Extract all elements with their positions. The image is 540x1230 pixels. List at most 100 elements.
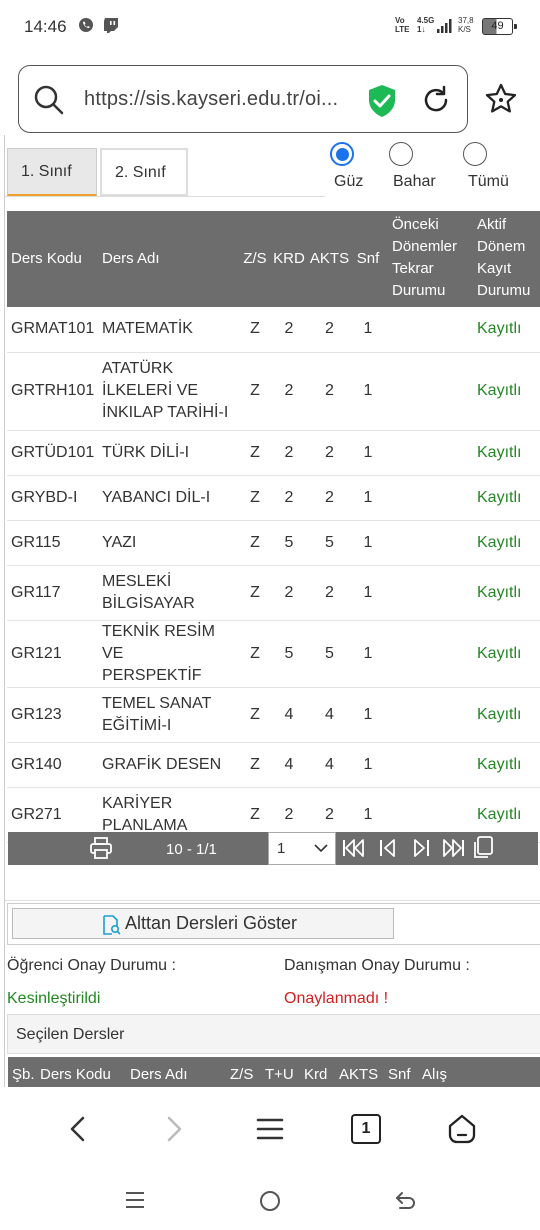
selected-courses-title: Seçilen Dersler [7,1014,540,1054]
cell-krd: 2 [271,430,307,476]
cell-krd: 2 [271,307,307,353]
whatsapp-icon [79,18,93,32]
divider [5,900,540,901]
chevron-down-icon [314,844,328,853]
col-header-sel-akts[interactable]: AKTS [339,1066,378,1083]
url-bar[interactable]: https://sis.kayseri.edu.tr/oi... [18,65,468,133]
document-search-icon [103,915,121,935]
col-header-sel-tu[interactable]: T+U [265,1066,294,1083]
table-row[interactable]: GRMAT101 MATEMATİK Z 2 2 1 Kayıtlı [7,307,540,353]
cell-krd: 4 [271,742,307,788]
col-header-akts[interactable]: AKTS [307,211,352,307]
table-row[interactable]: GR115 YAZI Z 5 5 1 Kayıtlı [7,520,540,566]
radio-bahar[interactable] [389,142,413,166]
speed-indicator: 37,8 K/S [458,16,474,34]
radio-guz-label: Güz [334,173,364,190]
page-select[interactable]: 1 [268,832,336,865]
radio-tumu[interactable] [463,142,487,166]
table-row[interactable]: GR123 TEMEL SANAT EĞİTİMİ-I Z 4 4 1 Kayıtlı [7,687,540,743]
cell-active-status: Kayıtlı [471,742,540,788]
prev-page-icon[interactable] [375,835,401,861]
reload-icon[interactable] [421,85,451,115]
cell-active-status: Kayıtlı [471,307,540,353]
tab-class-2[interactable]: 2. Sınıf [100,148,188,196]
cell-active-status: Kayıtlı [471,687,540,743]
system-back-icon[interactable] [394,1189,418,1213]
cell-course-code: GRTRH101 [7,352,98,431]
show-failed-panel: Alttan Dersleri Göster [7,903,540,945]
cell-previous-status [384,565,471,621]
col-header-sel-snf[interactable]: Snf [388,1066,411,1083]
cell-course-name: MATEMATİK [98,307,239,353]
cell-snf: 1 [352,352,384,431]
col-header-sel-zs[interactable]: Z/S [230,1066,253,1083]
next-page-icon[interactable] [408,835,434,861]
cell-akts: 2 [307,430,352,476]
cell-zs: Z [239,565,271,621]
col-header-active-status[interactable]: Aktif Dönem Kayıt Durumu [471,211,540,307]
cell-snf: 1 [352,565,384,621]
col-header-sel-name[interactable]: Ders Adı [130,1066,188,1083]
cell-course-name: TEMEL SANAT EĞİTİMİ-I [98,687,239,743]
tabs-count-button[interactable]: 1 [351,1114,381,1144]
cell-previous-status [384,430,471,476]
home-icon[interactable] [446,1113,478,1145]
cell-previous-status [384,687,471,743]
cell-zs: Z [239,687,271,743]
table-row[interactable]: GRTÜD101 TÜRK DİLİ-I Z 2 2 1 Kayıtlı [7,430,540,476]
system-home-icon[interactable] [258,1189,282,1213]
radio-tumu-label: Tümü [468,173,509,190]
col-header-code[interactable]: Ders Kodu [7,211,98,307]
advisor-approval-value: Onaylanmadı ! [284,990,389,1007]
cell-active-status: Kayıtlı [471,565,540,621]
col-header-sel-code[interactable]: Ders Kodu [40,1066,111,1083]
recent-apps-icon[interactable] [124,1189,146,1211]
table-row[interactable]: GRYBD-I YABANCI DİL-I Z 2 2 1 Kayıtlı [7,475,540,521]
show-failed-courses-button[interactable]: Alttan Dersleri Göster [12,908,394,939]
search-icon [34,85,64,115]
table-row[interactable]: GR117 MESLEKİ BİLGİSAYAR Z 2 2 1 Kayıtlı [7,565,540,621]
cell-snf: 1 [352,687,384,743]
shield-check-icon[interactable] [366,84,398,118]
col-header-previous-status[interactable]: Önceki Dönemler Tekrar Durumu [384,211,471,307]
advisor-approval-label: Danışman Onay Durumu : [284,957,470,974]
back-icon[interactable] [66,1115,90,1143]
cell-course-code: GR115 [7,520,98,566]
cell-course-name: ATATÜRK İLKELERİ VE İNKILAP TARİHİ-I [98,352,239,431]
col-header-name[interactable]: Ders Adı [98,211,239,307]
battery-icon: 49 [482,18,517,35]
forward-icon[interactable] [162,1115,186,1143]
cell-zs: Z [239,430,271,476]
cell-snf: 1 [352,620,384,688]
cell-active-status: Kayıtlı [471,352,540,431]
table-row[interactable]: GRTRH101 ATATÜRK İLKELERİ VE İNKILAP TARİHİ… [7,352,540,431]
copy-icon[interactable] [470,835,496,861]
cell-snf: 1 [352,742,384,788]
radio-guz[interactable] [330,142,354,166]
cell-krd: 2 [271,475,307,521]
url-text[interactable]: https://sis.kayseri.edu.tr/oi... [84,88,338,111]
col-header-sel-krd[interactable]: Krd [304,1066,327,1083]
first-page-icon[interactable] [341,835,367,861]
cell-zs: Z [239,520,271,566]
cell-akts: 2 [307,475,352,521]
tab-class-1[interactable]: 1. Sınıf [7,148,97,196]
student-approval-value: Kesinleştirildi [7,990,101,1007]
cell-snf: 1 [352,430,384,476]
cell-akts: 2 [307,565,352,621]
col-header-zs[interactable]: Z/S [239,211,271,307]
col-header-snf[interactable]: Snf [352,211,384,307]
col-header-krd[interactable]: KRD [271,211,307,307]
volte-indicator: Vo LTE [395,16,410,34]
table-row[interactable]: GR140 GRAFİK DESEN Z 4 4 1 Kayıtlı [7,742,540,788]
menu-icon[interactable] [256,1117,284,1141]
cell-course-code: GR121 [7,620,98,688]
cell-akts: 4 [307,742,352,788]
last-page-icon[interactable] [440,835,466,861]
print-icon[interactable] [88,835,114,861]
col-header-sb[interactable]: Şb. [12,1066,35,1083]
col-header-sel-alis[interactable]: Alış [422,1066,447,1083]
bookmark-star-icon[interactable] [484,82,518,116]
table-row[interactable]: GR121 TEKNİK RESİM VE PERSPEKTİF Z 5 5 1 Kayıtl… [7,620,540,688]
cell-zs: Z [239,620,271,688]
